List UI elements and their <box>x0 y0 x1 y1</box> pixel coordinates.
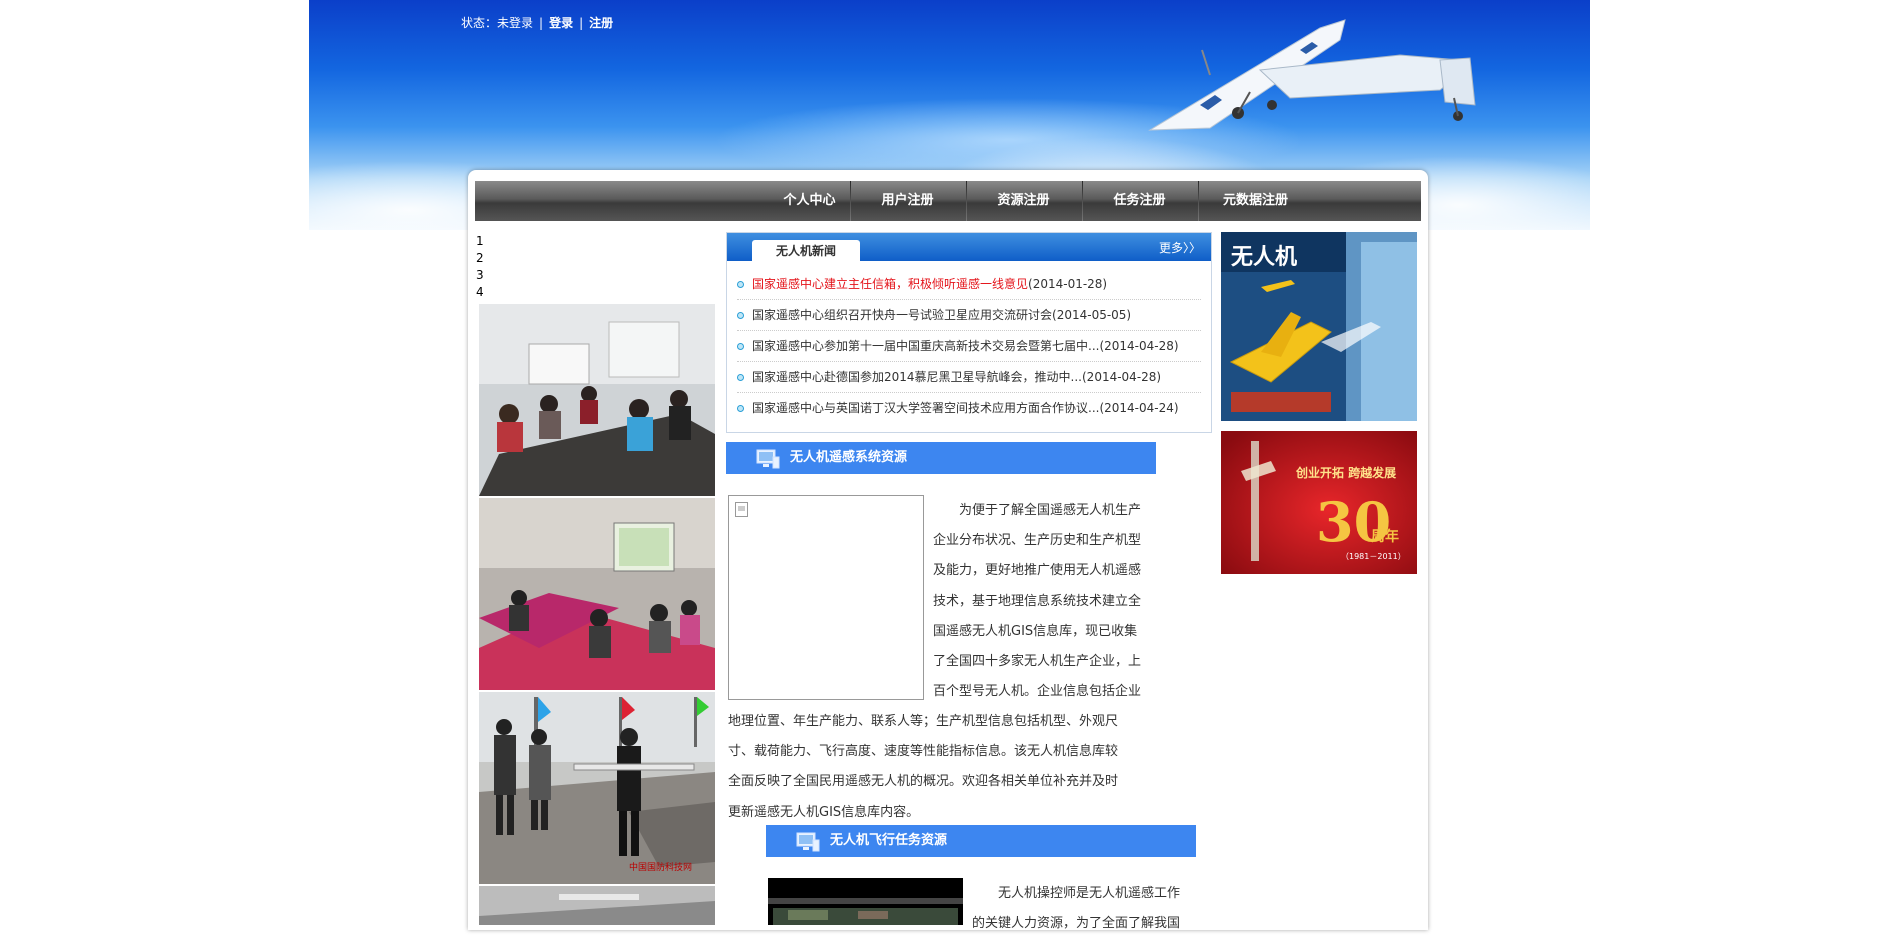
computer-icon <box>756 449 780 469</box>
slider-page-4[interactable]: 4 <box>476 284 484 301</box>
anniversary-slogan: 创业开拓 跨越发展 <box>1295 465 1396 480</box>
tasks-section-title: 无人机飞行任务资源 <box>830 833 948 848</box>
bullet-icon <box>737 373 744 381</box>
bullet-icon <box>737 404 744 412</box>
svg-text:中国国防科技网: 中国国防科技网 <box>629 861 692 873</box>
news-panel: 无人机新闻 更多〉〉 国家遥感中心建立主任信箱，积极倾听遥感一线意见(2014-… <box>726 232 1212 433</box>
news-more-link[interactable]: 更多〉〉 <box>1159 239 1201 256</box>
slider-pager: 1 2 3 4 <box>476 233 484 301</box>
login-link[interactable]: 登录 <box>549 16 573 30</box>
main-nav: 个人中心 用户注册 资源注册 任务注册 元数据注册 <box>475 181 1421 221</box>
meeting-photo-2 <box>479 498 715 690</box>
anniversary-years: （1981－2011） <box>1341 552 1406 561</box>
nav-user-register[interactable]: 用户注册 <box>850 181 965 221</box>
resources-section-header[interactable]: 无人机遥感系统资源 <box>726 442 1156 474</box>
separator: | <box>579 16 584 30</box>
nav-resource-register[interactable]: 资源注册 <box>966 181 1081 221</box>
hall-photo <box>479 886 715 925</box>
broken-image-icon <box>735 502 748 517</box>
anniversary-banner[interactable]: 创业开拓 跨越发展 30 周年 （1981－2011） <box>1221 431 1417 574</box>
news-item[interactable]: 国家遥感中心赴德国参加2014慕尼黑卫星导航峰会，推动中...(2014-04-… <box>737 362 1201 393</box>
login-status-bar: 状态：未登录 | 登录 | 注册 <box>461 14 613 31</box>
tasks-description: 无人机操控师是无人机遥感工作 的关键人力资源，为了全面了解我国 <box>972 886 1181 932</box>
news-item[interactable]: 国家遥感中心参加第十一届中国重庆高新技术交易会暨第七届中...(2014-04-… <box>737 331 1201 362</box>
slider-page-1[interactable]: 1 <box>476 233 484 250</box>
meeting-photo-1 <box>479 304 715 496</box>
field-photo: 中国国防科技网 <box>479 692 715 884</box>
slider-page-3[interactable]: 3 <box>476 267 484 284</box>
news-item[interactable]: 国家遥感中心建立主任信箱，积极倾听遥感一线意见(2014-01-28) <box>737 269 1201 300</box>
magazine-cover-image[interactable]: 无人机 <box>1221 232 1417 421</box>
news-header: 无人机新闻 更多〉〉 <box>727 233 1211 261</box>
bullet-icon <box>737 311 744 319</box>
resources-section-title: 无人机遥感系统资源 <box>790 450 908 465</box>
news-item[interactable]: 国家遥感中心组织召开快舟一号试验卫星应用交流研讨会(2014-05-05) <box>737 300 1201 331</box>
slider-page-2[interactable]: 2 <box>476 250 484 267</box>
task-map-image <box>768 878 963 925</box>
login-status-label: 状态：未登录 <box>461 16 534 30</box>
nav-metadata-register[interactable]: 元数据注册 <box>1198 181 1313 221</box>
computer-icon <box>796 832 820 852</box>
magazine-title: 无人机 <box>1231 245 1297 270</box>
anniversary-unit: 周年 <box>1371 528 1399 545</box>
bullet-icon <box>737 342 744 350</box>
news-item[interactable]: 国家遥感中心与英国诺丁汉大学签署空间技术应用方面合作协议...(2014-04-… <box>737 393 1201 423</box>
separator: | <box>539 16 544 30</box>
resources-description: 为便于了解全国遥感无人机生产 企业分布状况、生产历史和生产机型 及能力，更好地推… <box>933 503 1142 700</box>
uav-plane-image <box>1148 19 1476 131</box>
resource-image-placeholder <box>728 495 924 700</box>
resources-description-cont: 地理位置、年生产能力、联系人等；生产机型信息包括机型、外观尺 寸、载荷能力、飞行… <box>728 714 1119 820</box>
bullet-icon <box>737 280 744 288</box>
register-link[interactable]: 注册 <box>589 16 613 30</box>
nav-task-register[interactable]: 任务注册 <box>1082 181 1197 221</box>
tasks-section-header[interactable]: 无人机飞行任务资源 <box>766 825 1196 857</box>
news-tab[interactable]: 无人机新闻 <box>752 240 860 261</box>
